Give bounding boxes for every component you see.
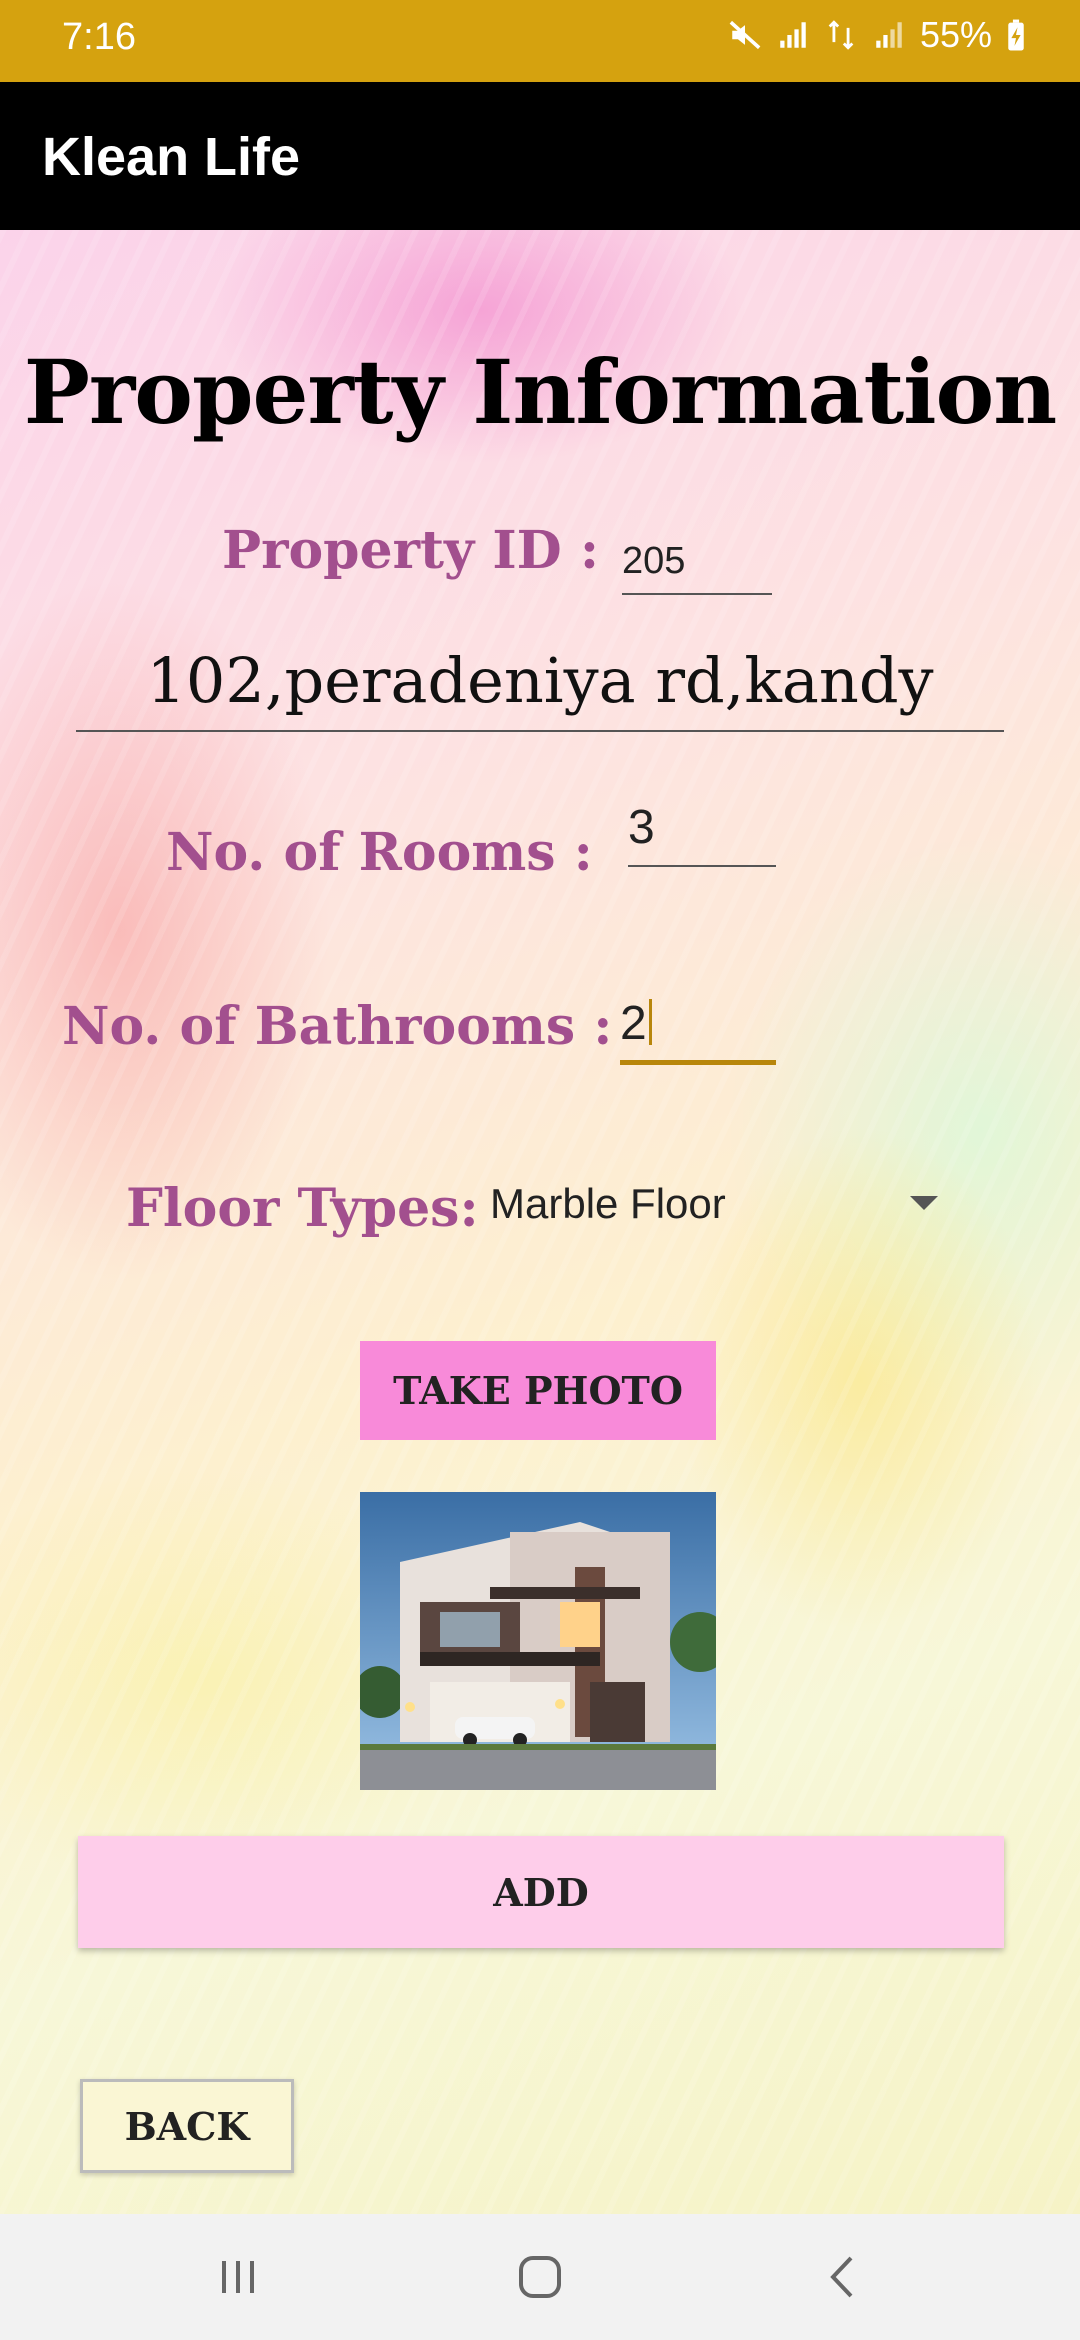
bathrooms-underline [620,1060,776,1065]
rooms-label: No. of Rooms : [166,822,593,883]
property-form-screen: Property Information Property ID : 205 1… [0,230,1080,2214]
status-time: 7:16 [62,16,136,58]
data-icon [824,18,858,52]
take-photo-button[interactable]: TAKE PHOTO [360,1341,716,1440]
property-photo [360,1492,716,1790]
property-id-underline [622,593,772,595]
bathrooms-value: 2 [620,997,647,1050]
back-button[interactable]: BACK [80,2079,294,2173]
home-button[interactable] [440,2214,640,2340]
home-icon [519,2256,561,2298]
back-icon [830,2256,853,2298]
recents-button[interactable] [138,2214,338,2340]
app-bar: Klean Life [0,82,1080,230]
bathrooms-input[interactable]: 2 [620,996,652,1051]
battery-charging-icon [1006,18,1026,52]
property-id-label: Property ID : [222,520,600,581]
signal-icon [872,18,906,52]
page-title: Property Information [23,340,1057,444]
add-button[interactable]: ADD [78,1836,1004,1948]
mute-icon [728,18,762,52]
status-icons: 55% [728,14,1026,56]
app-title: Klean Life [42,127,301,187]
signal-icon [776,18,810,52]
property-id-input[interactable]: 205 [622,540,685,583]
bathrooms-label: No. of Bathrooms : [62,996,613,1057]
address-underline [76,730,1004,732]
navigation-bar [0,2214,1080,2340]
battery-percent: 55% [919,14,992,55]
text-cursor [648,999,652,1045]
nav-back-button[interactable] [742,2214,942,2340]
recents-icon [222,2261,254,2293]
floor-types-label: Floor Types: [126,1178,479,1239]
dropdown-arrow-icon[interactable] [910,1196,938,1210]
address-input[interactable]: 102,peradeniya rd,kandy [76,644,1004,717]
rooms-input[interactable]: 3 [628,800,655,855]
status-bar: 7:16 55% [0,0,1080,82]
floor-types-dropdown[interactable]: Marble Floor [490,1180,726,1228]
rooms-underline [628,865,776,867]
